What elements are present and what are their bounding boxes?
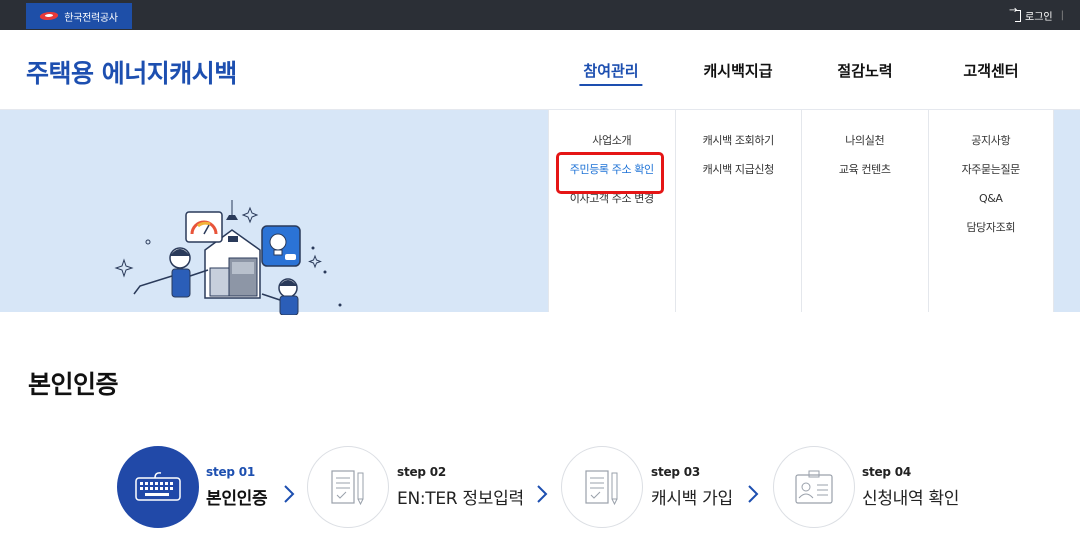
chevron-right-icon xyxy=(748,485,759,503)
mega-col-saving: 나의실천 교육 컨텐츠 xyxy=(801,110,928,312)
menu-education-content[interactable]: 교육 컨텐츠 xyxy=(839,162,891,191)
mega-menu: 사업소개 주민등록 주소 확인 이사고객 주소 변경 캐시백 조회하기 캐시백 … xyxy=(548,110,1054,312)
login-link[interactable]: 로그인 | xyxy=(1009,0,1064,30)
nav-participation[interactable]: 참여관리 xyxy=(579,60,643,86)
step-01-circle xyxy=(117,446,199,528)
menu-resident-address-check[interactable]: 주민등록 주소 확인 xyxy=(555,152,664,194)
keyboard-icon xyxy=(135,472,181,501)
login-icon xyxy=(1009,5,1022,22)
document-pencil-icon xyxy=(331,470,364,506)
step-01-label: 본인인증 xyxy=(206,489,268,509)
menu-faq[interactable]: 자주묻는질문 xyxy=(962,162,1021,191)
main-navigation: 참여관리 캐시백지급 절감노력 고객센터 xyxy=(0,60,1080,90)
nav-saving-efforts[interactable]: 절감노력 xyxy=(837,60,892,81)
nav-cashback-payment[interactable]: 캐시백지급 xyxy=(703,60,772,81)
chevron-right-icon xyxy=(284,485,295,503)
step-04-number: step 04 xyxy=(862,465,912,479)
mega-col-customer: 공지사항 자주묻는질문 Q&A 담당자조회 xyxy=(927,110,1054,312)
page-title: 본인인증 xyxy=(28,370,119,399)
step-03-label: 캐시백 가입 xyxy=(651,489,733,509)
mega-col-participation: 사업소개 주민등록 주소 확인 이사고객 주소 변경 xyxy=(548,110,675,312)
kepco-label: 한국전력공사 xyxy=(64,12,118,24)
menu-cashback-request[interactable]: 캐시백 지급신청 xyxy=(703,162,775,191)
step-03-number: step 03 xyxy=(651,465,701,479)
nav-customer-center[interactable]: 고객센터 xyxy=(963,60,1018,81)
topbar-separator: | xyxy=(1060,9,1064,21)
step-04-label: 신청내역 확인 xyxy=(862,489,960,509)
energy-saving-illustration xyxy=(114,200,342,315)
chevron-right-icon xyxy=(537,485,548,503)
kepco-logo-icon xyxy=(40,10,58,22)
step-03-circle xyxy=(561,446,643,528)
kepco-link[interactable]: 한국전력공사 xyxy=(26,3,132,29)
login-label: 로그인 xyxy=(1025,11,1053,23)
step-02-label: EN:TER 정보입력 xyxy=(397,489,524,509)
top-utility-bar: 한국전력공사 로그인 | xyxy=(0,0,1080,30)
menu-my-practice[interactable]: 나의실천 xyxy=(845,133,884,162)
menu-staff-lookup[interactable]: 담당자조회 xyxy=(966,220,1015,249)
menu-notices[interactable]: 공지사항 xyxy=(971,133,1010,162)
document-pencil-icon xyxy=(585,470,618,506)
step-02-number: step 02 xyxy=(397,465,447,479)
site-header: 주택용 에너지캐시백 참여관리 캐시백지급 절감노력 고객센터 xyxy=(0,30,1080,110)
mega-col-cashback: 캐시백 조회하기 캐시백 지급신청 xyxy=(674,110,802,312)
id-card-icon xyxy=(795,470,833,504)
step-02-circle xyxy=(307,446,389,528)
step-04-circle xyxy=(773,446,855,528)
menu-qna[interactable]: Q&A xyxy=(979,191,1003,220)
menu-cashback-lookup[interactable]: 캐시백 조회하기 xyxy=(703,133,775,162)
step-01-number: step 01 xyxy=(206,465,256,479)
menu-moving-address-change[interactable]: 이사고객 주소 변경 xyxy=(570,191,654,220)
step-indicator: step 01 본인인증 step 02 EN:TER 정보입력 step 03… xyxy=(0,446,1080,536)
